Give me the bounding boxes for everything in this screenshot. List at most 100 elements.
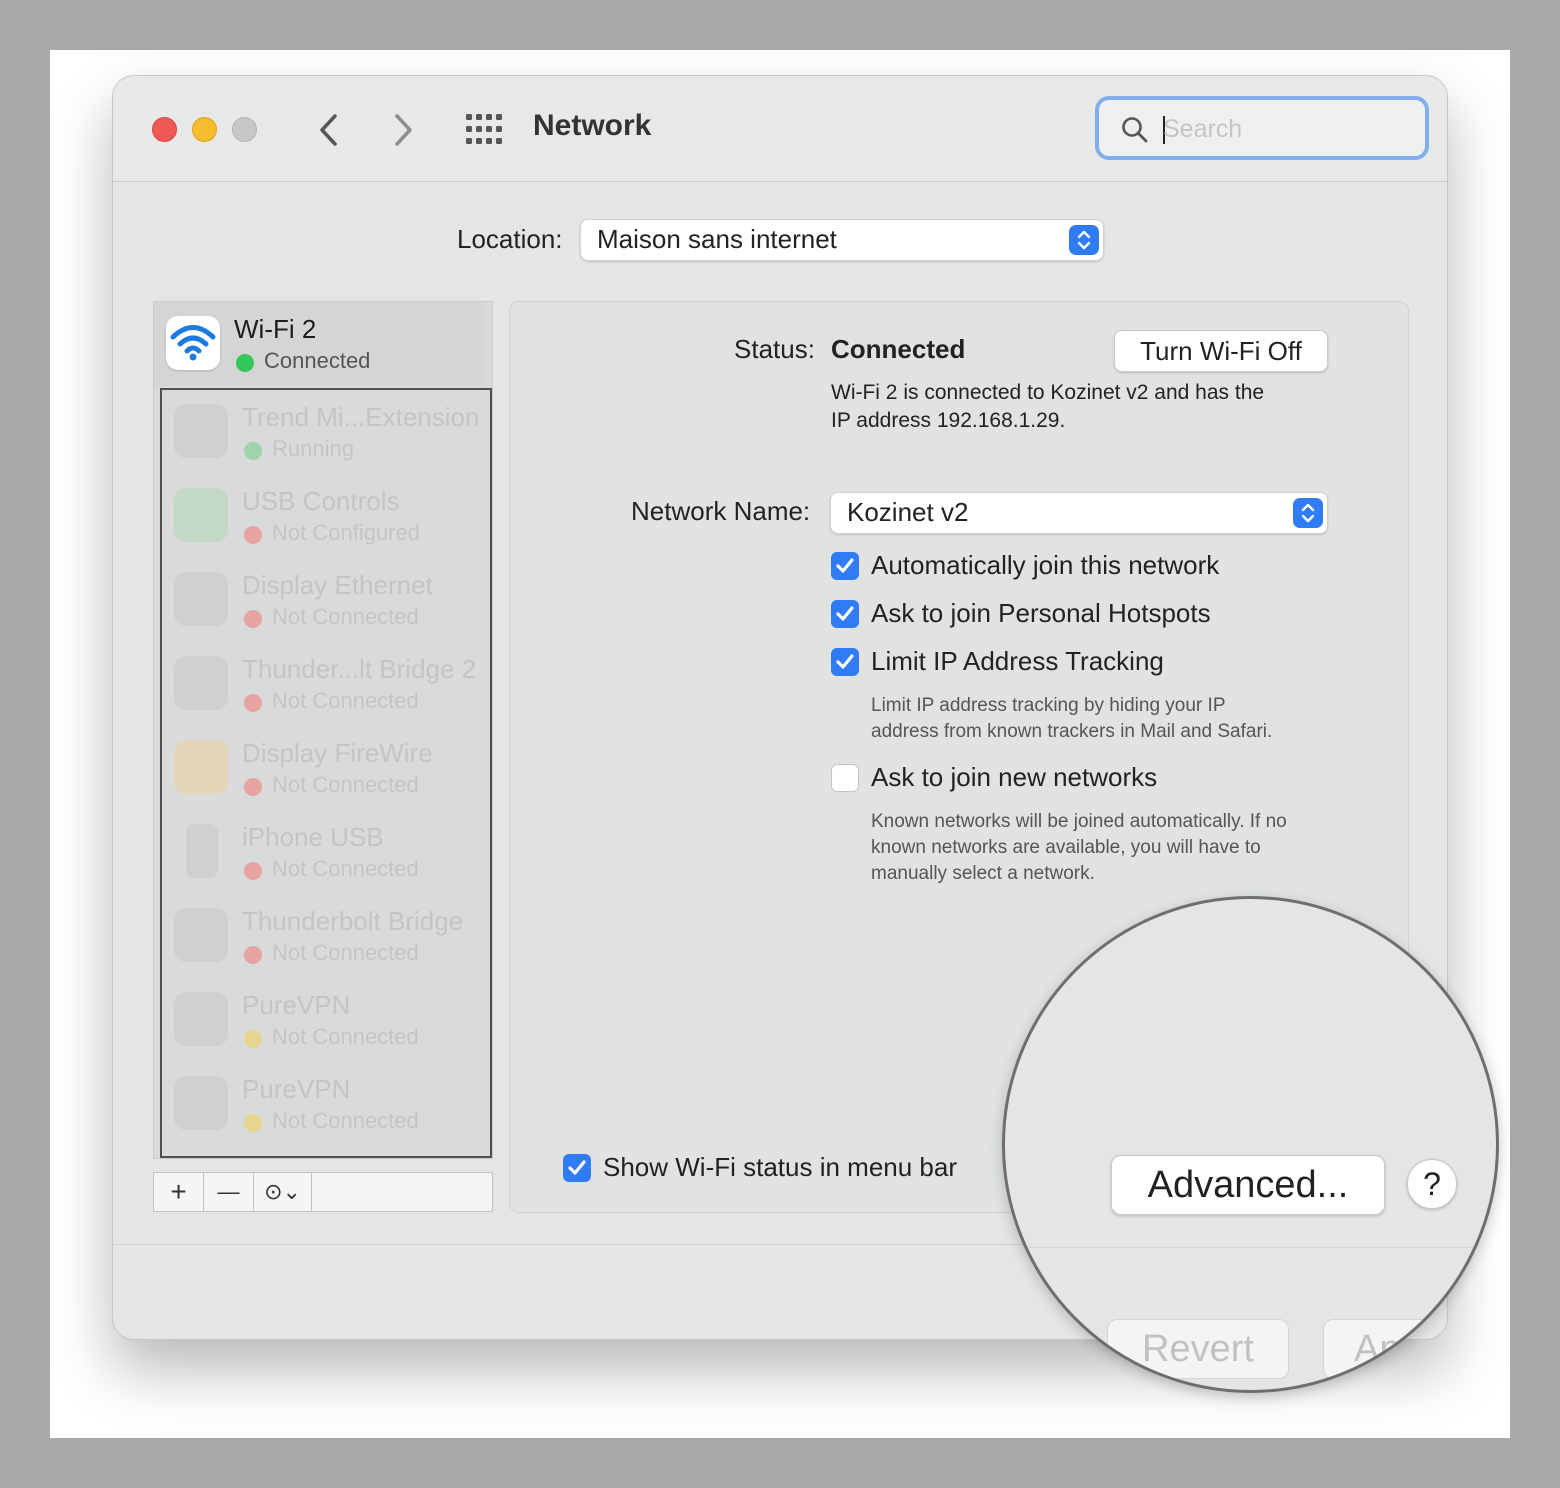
network-name-popup[interactable]: Kozinet v2 xyxy=(830,492,1328,534)
network-name-value: Kozinet v2 xyxy=(847,497,969,527)
sidebar-item-wifi-2[interactable]: Wi-Fi 2 Connected xyxy=(154,302,484,386)
status-dot xyxy=(244,1114,262,1132)
chevron-updown-icon xyxy=(1077,230,1091,250)
sidebar-item-status: Not Connected xyxy=(272,1108,419,1133)
checkmark-icon xyxy=(836,558,854,573)
sidebar-item-status: Not Connected xyxy=(272,1024,419,1049)
ethernet-icon xyxy=(174,656,228,710)
new-networks-checkbox[interactable] xyxy=(831,764,859,792)
sidebar-item-purevpn[interactable]: PureVPN Not Connected xyxy=(162,1062,492,1146)
sidebar-item-status: Not Connected xyxy=(272,688,419,713)
new-networks-description-line1: Known networks will be joined automatica… xyxy=(871,811,1287,832)
status-dot xyxy=(236,354,254,372)
chevron-left-icon xyxy=(320,114,337,146)
sidebar-item-name: Thunder...lt Bridge 2 xyxy=(242,654,477,684)
sidebar-item-status: Not Connected xyxy=(272,856,419,881)
hotspots-checkbox[interactable] xyxy=(831,600,859,628)
limit-ip-checkbox[interactable] xyxy=(831,648,859,676)
status-dot xyxy=(244,526,262,544)
network-name-label: Network Name: xyxy=(631,496,811,526)
sidebar-item-status: Connected xyxy=(264,348,371,373)
iphone-icon xyxy=(186,824,218,878)
sidebar-item-usb-controls[interactable]: USB Controls Not Configured xyxy=(162,474,492,558)
close-window-button[interactable] xyxy=(152,117,177,142)
status-description-line1: Wi-Fi 2 is connected to Kozinet v2 and h… xyxy=(831,381,1265,404)
sidebar-item-display-ethernet[interactable]: Display Ethernet Not Connected xyxy=(162,558,492,642)
apply-button[interactable]: Apply xyxy=(1323,1319,1496,1379)
sidebar-item-status: Not Connected xyxy=(272,604,419,629)
sidebar-item-name: PureVPN xyxy=(242,1074,351,1104)
location-popup[interactable]: Maison sans internet xyxy=(580,219,1104,261)
add-service-button[interactable]: + xyxy=(154,1173,204,1211)
sidebar-item-trend-micro[interactable]: Trend Mi...Extension Running xyxy=(162,390,492,474)
window-title: Network xyxy=(533,109,652,142)
action-menu-button[interactable]: ⊙⌄ xyxy=(254,1173,312,1211)
new-networks-label: Ask to join new networks xyxy=(871,762,1158,792)
chevron-updown-icon xyxy=(1301,503,1315,523)
revert-button[interactable]: Revert xyxy=(1107,1319,1289,1379)
grid-icon xyxy=(466,114,502,144)
hotspots-label: Ask to join Personal Hotspots xyxy=(871,598,1211,628)
sidebar-item-status: Not Connected xyxy=(272,772,419,797)
sidebar-item-name: Thunderbolt Bridge xyxy=(242,906,464,936)
minimize-window-button[interactable] xyxy=(192,117,217,142)
remove-service-button[interactable]: — xyxy=(204,1173,254,1211)
status-value: Connected xyxy=(831,334,966,364)
sidebar-item-status: Not Configured xyxy=(272,520,420,545)
status-description-line2: IP address 192.168.1.29. xyxy=(831,409,1066,432)
status-dot xyxy=(244,1030,262,1048)
sidebar-item-name: USB Controls xyxy=(242,486,400,516)
network-name-stepper xyxy=(1293,498,1323,528)
status-dot xyxy=(244,778,262,796)
lock-icon xyxy=(174,404,228,458)
sidebar-item-name: Display FireWire xyxy=(242,738,433,768)
ethernet-icon xyxy=(174,908,228,962)
zoom-window-button[interactable] xyxy=(232,117,257,142)
chevron-right-icon xyxy=(395,114,412,146)
new-networks-description-line2: known networks are available, you will h… xyxy=(871,837,1261,858)
back-button[interactable] xyxy=(311,110,347,150)
sidebar-item-thunderbolt-bridge-2[interactable]: Thunder...lt Bridge 2 Not Connected xyxy=(162,642,492,726)
forward-button[interactable] xyxy=(385,110,421,150)
sidebar-item-purevpn[interactable]: PureVPN Not Connected xyxy=(162,978,492,1062)
toolbar: Network xyxy=(113,76,1447,182)
sidebar-item-name: iPhone USB xyxy=(242,822,384,852)
advanced-button[interactable]: Advanced... xyxy=(1111,1155,1385,1215)
status-dot xyxy=(244,694,262,712)
checkmark-icon xyxy=(836,654,854,669)
sidebar-item-name: Display Ethernet xyxy=(242,570,433,600)
show-wifi-status-checkbox[interactable] xyxy=(563,1154,591,1182)
status-dot xyxy=(244,946,262,964)
sidebar-item-name: Trend Mi...Extension xyxy=(242,402,480,432)
footer-divider xyxy=(1029,1247,1496,1248)
limit-ip-label: Limit IP Address Tracking xyxy=(871,646,1164,676)
sidebar-item-name: Wi-Fi 2 xyxy=(234,314,317,344)
limit-ip-description-line2: address from known trackers in Mail and … xyxy=(871,721,1273,742)
location-value: Maison sans internet xyxy=(597,224,837,254)
status-label: Status: xyxy=(734,334,815,364)
firewire-icon xyxy=(174,740,228,794)
turn-wifi-off-button[interactable]: Turn Wi-Fi Off xyxy=(1114,330,1328,372)
location-label: Location: xyxy=(457,224,563,254)
location-stepper xyxy=(1069,225,1099,255)
search-field[interactable] xyxy=(1095,96,1429,160)
auto-join-label: Automatically join this network xyxy=(871,550,1220,580)
help-button[interactable]: ? xyxy=(1407,1159,1457,1209)
sidebar-item-thunderbolt-bridge[interactable]: Thunderbolt Bridge Not Connected xyxy=(162,894,492,978)
sidebar-item-iphone-usb[interactable]: iPhone USB Not Connected xyxy=(162,810,492,894)
lock-icon xyxy=(174,1076,228,1130)
ethernet-icon xyxy=(174,572,228,626)
search-icon xyxy=(1122,117,1148,143)
phone-icon xyxy=(174,488,228,542)
checkmark-icon xyxy=(568,1160,586,1175)
search-input[interactable] xyxy=(1163,110,1403,148)
sidebar-item-display-firewire[interactable]: Display FireWire Not Connected xyxy=(162,726,492,810)
show-all-grid-button[interactable] xyxy=(465,112,503,146)
status-dot xyxy=(244,442,262,460)
show-wifi-status-label: Show Wi-Fi status in menu bar xyxy=(603,1152,958,1182)
status-dot xyxy=(244,610,262,628)
auto-join-checkbox[interactable] xyxy=(831,552,859,580)
limit-ip-description-line1: Limit IP address tracking by hiding your… xyxy=(871,695,1226,716)
checkmark-icon xyxy=(836,606,854,621)
magnifier-callout: Advanced... ? Revert Apply xyxy=(1002,896,1499,1393)
